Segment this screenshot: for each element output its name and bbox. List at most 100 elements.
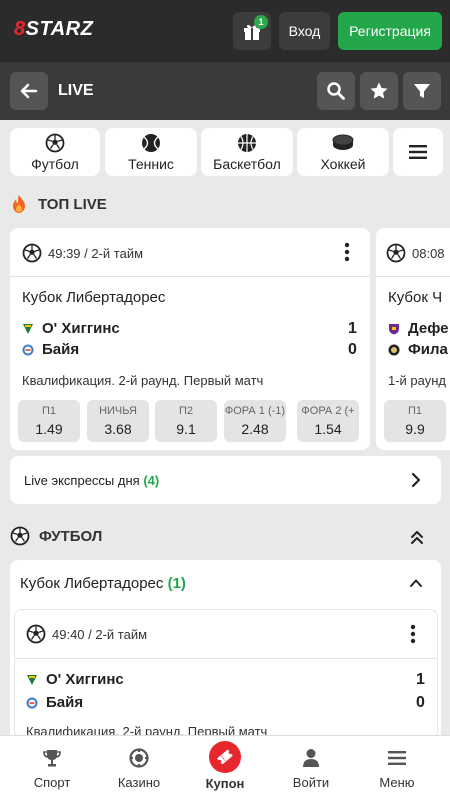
nav-menu[interactable]: Меню — [352, 736, 442, 800]
team-logo-icon — [388, 344, 400, 355]
tab-label: Баскетбол — [213, 155, 281, 172]
arrow-left-icon — [20, 83, 38, 99]
tab-label: Теннис — [128, 155, 174, 172]
league-count: (1) — [167, 575, 186, 592]
chevron-right-icon — [411, 472, 421, 488]
score-team-1: 1 — [348, 320, 357, 337]
user-icon — [303, 749, 319, 767]
search-button[interactable] — [317, 72, 355, 110]
sports-tabs: Футбол Теннис Баскетбол Хоккей — [0, 128, 450, 176]
odd-button-handicap-2[interactable]: ФОРА 2 (+ 1.54 — [297, 400, 359, 442]
match-time: 08:08 — [386, 243, 445, 263]
odd-label: П2 — [178, 405, 194, 417]
tab-hockey[interactable]: Хоккей — [297, 128, 389, 176]
more-sports-button[interactable] — [393, 128, 443, 176]
score-team-2: 0 — [348, 341, 357, 358]
league-name: Кубок Ч — [388, 289, 443, 306]
live-express-banner[interactable]: Live экспрессы дня (4) — [10, 456, 441, 504]
gift-button[interactable]: 1 — [233, 12, 271, 50]
team-logo-icon — [27, 674, 37, 685]
section-title-text: ФУТБОЛ — [39, 527, 103, 545]
filter-icon — [414, 84, 430, 98]
odd-button-p2[interactable]: П2 9.1 — [155, 400, 217, 442]
soccer-ball-icon — [45, 133, 65, 152]
nav-sport[interactable]: Спорт — [7, 736, 97, 800]
team-logo-icon — [26, 697, 38, 708]
live-match-card[interactable]: 08:08 Кубок Ч Дефе Фила 1-й раунд П1 9.9 — [376, 228, 450, 450]
express-text: Live экспрессы дня (4) — [24, 473, 159, 488]
team-logo-icon — [23, 323, 33, 334]
nav-label: Казино — [117, 775, 161, 790]
team-logo-icon — [389, 323, 399, 334]
nav-login[interactable]: Войти — [266, 736, 356, 800]
soccer-ball-icon — [386, 243, 406, 263]
nav-label: Купон — [205, 776, 245, 791]
collapse-all-icon[interactable] — [409, 529, 425, 545]
ticket-icon — [217, 749, 233, 765]
odd-button-p1[interactable]: П1 1.49 — [18, 400, 80, 442]
match-time: 49:39 / 2-й тайм — [22, 243, 143, 263]
league-name: Кубок Либертадорес — [22, 289, 166, 306]
match-stage: Квалификация. 2-й раунд. Первый матч — [22, 373, 264, 388]
hockey-puck-icon — [332, 134, 354, 150]
team-name: Байя — [46, 694, 84, 711]
nav-coupon[interactable]: Купон — [180, 736, 270, 800]
register-button[interactable]: Регистрация — [338, 12, 442, 50]
odd-label: НИЧЬЯ — [99, 405, 137, 417]
star-icon — [370, 82, 388, 99]
live-match-card[interactable]: 49:39 / 2-й тайм Кубок Либертадорес О' Х… — [10, 228, 370, 450]
odd-label: П1 — [41, 405, 57, 417]
odd-button-handicap-1[interactable]: ФОРА 1 (-1) 2.48 — [224, 400, 286, 442]
divider — [10, 276, 370, 277]
odd-value: 9.9 — [405, 421, 425, 437]
favorites-button[interactable] — [360, 72, 398, 110]
team-name: Фила — [408, 341, 448, 358]
soccer-ball-icon — [26, 624, 46, 644]
casino-chip-icon — [129, 748, 149, 768]
search-icon — [327, 82, 345, 100]
match-time-text: 08:08 — [412, 245, 445, 261]
chevron-up-icon[interactable] — [409, 577, 423, 589]
team-1: Дефе — [388, 320, 448, 337]
tab-label: Хоккей — [320, 155, 366, 172]
odd-value: 1.54 — [314, 421, 342, 437]
odd-label: ФОРА 1 (-1) — [224, 405, 286, 417]
odd-button-p1[interactable]: П1 9.9 — [384, 400, 446, 442]
score-team-1: 1 — [416, 671, 425, 688]
team-1: О' Хиггинс — [26, 671, 124, 688]
divider — [15, 658, 437, 659]
nav-casino[interactable]: Казино — [94, 736, 184, 800]
filter-button[interactable] — [403, 72, 441, 110]
login-button[interactable]: Вход — [279, 12, 330, 50]
match-time-text: 49:39 / 2-й тайм — [48, 245, 144, 261]
tab-basketball[interactable]: Баскетбол — [201, 128, 293, 176]
league-header[interactable]: Кубок Либертадорес (1) — [20, 575, 186, 592]
logo[interactable]: 8STARZ — [14, 18, 93, 41]
nav-label: Войти — [292, 775, 330, 790]
bottom-navigation: Спорт Казино Купон Войти Меню — [0, 735, 450, 800]
nav-label: Спорт — [33, 775, 71, 790]
express-count: (4) — [143, 473, 160, 488]
team-logo-icon — [22, 344, 34, 355]
match-time-text: 49:40 / 2-й тайм — [52, 626, 148, 642]
league-name: Кубок Либертадорес — [20, 575, 164, 592]
nav-label: Меню — [379, 775, 415, 790]
top-header: 8STARZ 1 Вход Регистрация — [0, 0, 450, 62]
odd-button-draw[interactable]: НИЧЬЯ 3.68 — [87, 400, 149, 442]
list-icon — [409, 145, 427, 159]
team-2: Байя — [26, 694, 83, 711]
odd-value: 3.68 — [104, 421, 132, 437]
fire-icon — [13, 195, 25, 213]
football-heading: ФУТБОЛ — [10, 526, 102, 546]
trophy-icon — [43, 750, 61, 767]
top-live-heading: ТОП LIVE — [10, 194, 107, 214]
back-button[interactable] — [10, 72, 48, 110]
more-options-icon[interactable] — [406, 623, 420, 645]
more-options-icon[interactable] — [340, 241, 354, 263]
odd-label: П1 — [407, 405, 423, 417]
tab-football[interactable]: Футбол — [10, 128, 100, 176]
match-card[interactable]: 49:40 / 2-й тайм О' Хиггинс 1 Байя 0 Ква… — [14, 609, 438, 739]
soccer-ball-icon — [10, 526, 30, 546]
tab-tennis[interactable]: Теннис — [105, 128, 197, 176]
team-name: О' Хиггинс — [46, 671, 124, 688]
